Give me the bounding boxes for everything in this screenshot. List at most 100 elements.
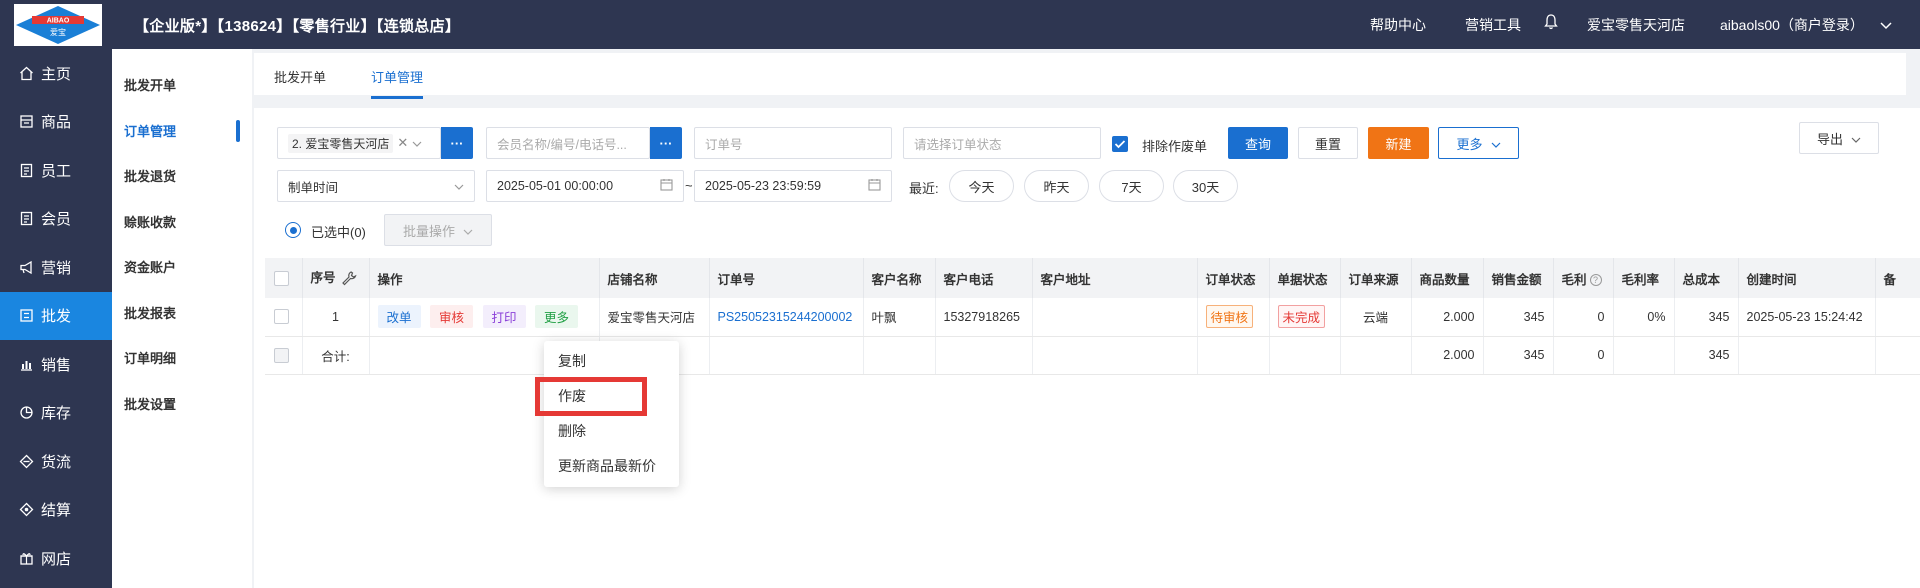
megaphone-icon [18, 259, 34, 275]
tab-order-management[interactable]: 订单管理 [371, 67, 424, 99]
staff-icon [18, 162, 34, 178]
edit-order-button[interactable]: 改单 [377, 305, 421, 329]
goods-icon [18, 114, 34, 130]
new-button[interactable]: 新建 [1368, 127, 1429, 159]
col-store: 店铺名称 [599, 258, 710, 298]
chevron-down-icon [463, 223, 473, 238]
current-store[interactable]: 爱宝零售天河店 [1587, 15, 1685, 35]
export-button[interactable]: 导出 [1799, 122, 1879, 154]
subnav-item-wholesale-order[interactable]: 批发开单 [112, 62, 252, 108]
subnav-item-order-management[interactable]: 订单管理 [112, 108, 252, 154]
table-header-row: 序号 操作 店铺名称 订单号 客户名称 客户电话 客户地址 订单状态 单据状态 … [265, 258, 1920, 298]
date-type-select[interactable]: 制单时间 [277, 170, 475, 202]
help-icon[interactable]: ? [1589, 274, 1602, 287]
sidebar-item-eshop[interactable]: 网店 [0, 534, 112, 583]
sidebar-item-staff[interactable]: 员工 [0, 146, 112, 195]
subnav-item-order-detail[interactable]: 订单明细 [112, 335, 252, 381]
sidebar-item-wholesale[interactable]: 批发 [0, 291, 112, 340]
sidebar-item-label: 商品 [41, 114, 72, 132]
tab-wholesale-order[interactable]: 批发开单 [274, 67, 326, 86]
bell-icon[interactable] [1544, 14, 1558, 33]
pie-icon [18, 405, 34, 421]
order-status-badge: 待审核 [1205, 305, 1254, 329]
table-row[interactable]: 1 改单 审核 打印 更多 爱宝零售天河店 PS2505231524420000… [265, 298, 1920, 337]
highlight-box [535, 377, 647, 416]
query-button[interactable]: 查询 [1228, 127, 1288, 159]
aibao-logo[interactable]: AIBAO 爱宝 [14, 4, 102, 46]
row-phone: 15327918265 [935, 298, 1033, 337]
store-select[interactable]: 2. 爱宝零售天河店 ✕ [277, 127, 441, 159]
subnav-item-wholesale-settings[interactable]: 批发设置 [112, 381, 252, 427]
close-icon[interactable]: ✕ [397, 135, 408, 151]
order-no-input[interactable]: 订单号 [694, 127, 892, 159]
row-order-no-link[interactable]: PS25052315244200002 [709, 298, 864, 337]
batch-operation-button[interactable]: 批量操作 [384, 214, 492, 246]
row-qty: 2.000 [1411, 298, 1484, 337]
order-no-placeholder: 订单号 [705, 137, 743, 152]
menu-item-update-price[interactable]: 更新商品最新价 [544, 448, 679, 483]
total-amount: 345 [1483, 336, 1554, 375]
sidebar-item-marketing[interactable]: 营销 [0, 243, 112, 292]
gift-icon [18, 550, 34, 566]
row-checkbox[interactable] [274, 309, 289, 325]
subnav-item-fund-account[interactable]: 资金账户 [112, 244, 252, 290]
marketing-tools-link[interactable]: 营销工具 [1465, 15, 1521, 35]
menu-item-copy[interactable]: 复制 [544, 343, 679, 378]
chevron-down-icon [1851, 131, 1861, 146]
col-created: 创建时间 [1738, 258, 1876, 298]
select-all-checkbox[interactable] [274, 270, 289, 286]
quick-yesterday-button[interactable]: 昨天 [1024, 170, 1089, 202]
sidebar-item-member[interactable]: 会员 [0, 195, 112, 244]
date-start-input[interactable]: 2025-05-01 00:00:00 [486, 170, 684, 202]
quick-30days-button[interactable]: 30天 [1173, 170, 1238, 202]
calendar-icon [868, 178, 881, 194]
row-profit: 0 [1553, 298, 1614, 337]
subnav-item-credit-collection[interactable]: 赊账收款 [112, 199, 252, 245]
quick-7days-button[interactable]: 7天 [1099, 170, 1164, 202]
sidebar-item-sales[interactable]: 销售 [0, 340, 112, 389]
col-phone: 客户电话 [935, 258, 1033, 298]
total-qty: 2.000 [1411, 336, 1484, 375]
sidebar-item-settle[interactable]: 结算 [0, 486, 112, 535]
more-filter-button[interactable]: 更多 [1438, 127, 1519, 159]
print-button[interactable]: 打印 [482, 305, 526, 329]
flow-icon [18, 453, 34, 469]
row-source: 云端 [1340, 298, 1412, 337]
sidebar-item-inventory[interactable]: 库存 [0, 389, 112, 438]
subnav-item-wholesale-report[interactable]: 批发报表 [112, 290, 252, 336]
calendar-icon [660, 178, 673, 194]
more-actions-button[interactable]: 更多 [535, 305, 579, 329]
chevron-down-icon [1491, 136, 1501, 151]
col-remark: 备 [1875, 258, 1920, 298]
subnav-item-wholesale-return[interactable]: 批发退货 [112, 153, 252, 199]
chevron-down-icon[interactable] [1880, 17, 1892, 33]
sidebar-item-home[interactable]: 主页 [0, 49, 112, 98]
reset-button[interactable]: 重置 [1298, 127, 1358, 159]
row-customer: 叶飘 [863, 298, 936, 337]
menu-item-delete[interactable]: 删除 [544, 413, 679, 448]
member-more-button[interactable]: ··· [650, 127, 682, 159]
main-sidebar: 主页 商品 员工 会员 营销 批发 销售 库存 货流 结算 网店 [0, 49, 112, 588]
order-status-select[interactable]: 请选择订单状态 [903, 127, 1101, 159]
chevron-down-icon [454, 179, 464, 193]
selected-radio[interactable] [285, 222, 301, 238]
member-search-placeholder: 会员名称/编号/电话号... [497, 137, 627, 152]
selected-count-label: 已选中(0) [311, 225, 366, 240]
user-account[interactable]: aibaols00（商户登录） [1720, 15, 1864, 35]
member-search-input[interactable]: 会员名称/编号/电话号... [486, 127, 650, 159]
help-center-link[interactable]: 帮助中心 [1370, 15, 1426, 35]
exclude-void-checkbox[interactable] [1112, 136, 1128, 152]
more-filter-label: 更多 [1456, 136, 1483, 152]
wrench-icon[interactable] [341, 270, 357, 289]
sidebar-item-flow[interactable]: 货流 [0, 437, 112, 486]
quick-today-button[interactable]: 今天 [949, 170, 1014, 202]
sidebar-item-label: 网店 [41, 550, 72, 568]
sidebar-item-label: 销售 [41, 356, 72, 374]
sidebar-item-goods[interactable]: 商品 [0, 98, 112, 147]
store-more-button[interactable]: ··· [441, 127, 473, 159]
row-remark [1875, 298, 1920, 337]
date-end-input[interactable]: 2025-05-23 23:59:59 [694, 170, 892, 202]
batch-operation-label: 批量操作 [402, 223, 455, 239]
total-cost: 345 [1674, 336, 1739, 375]
audit-button[interactable]: 审核 [430, 305, 474, 329]
